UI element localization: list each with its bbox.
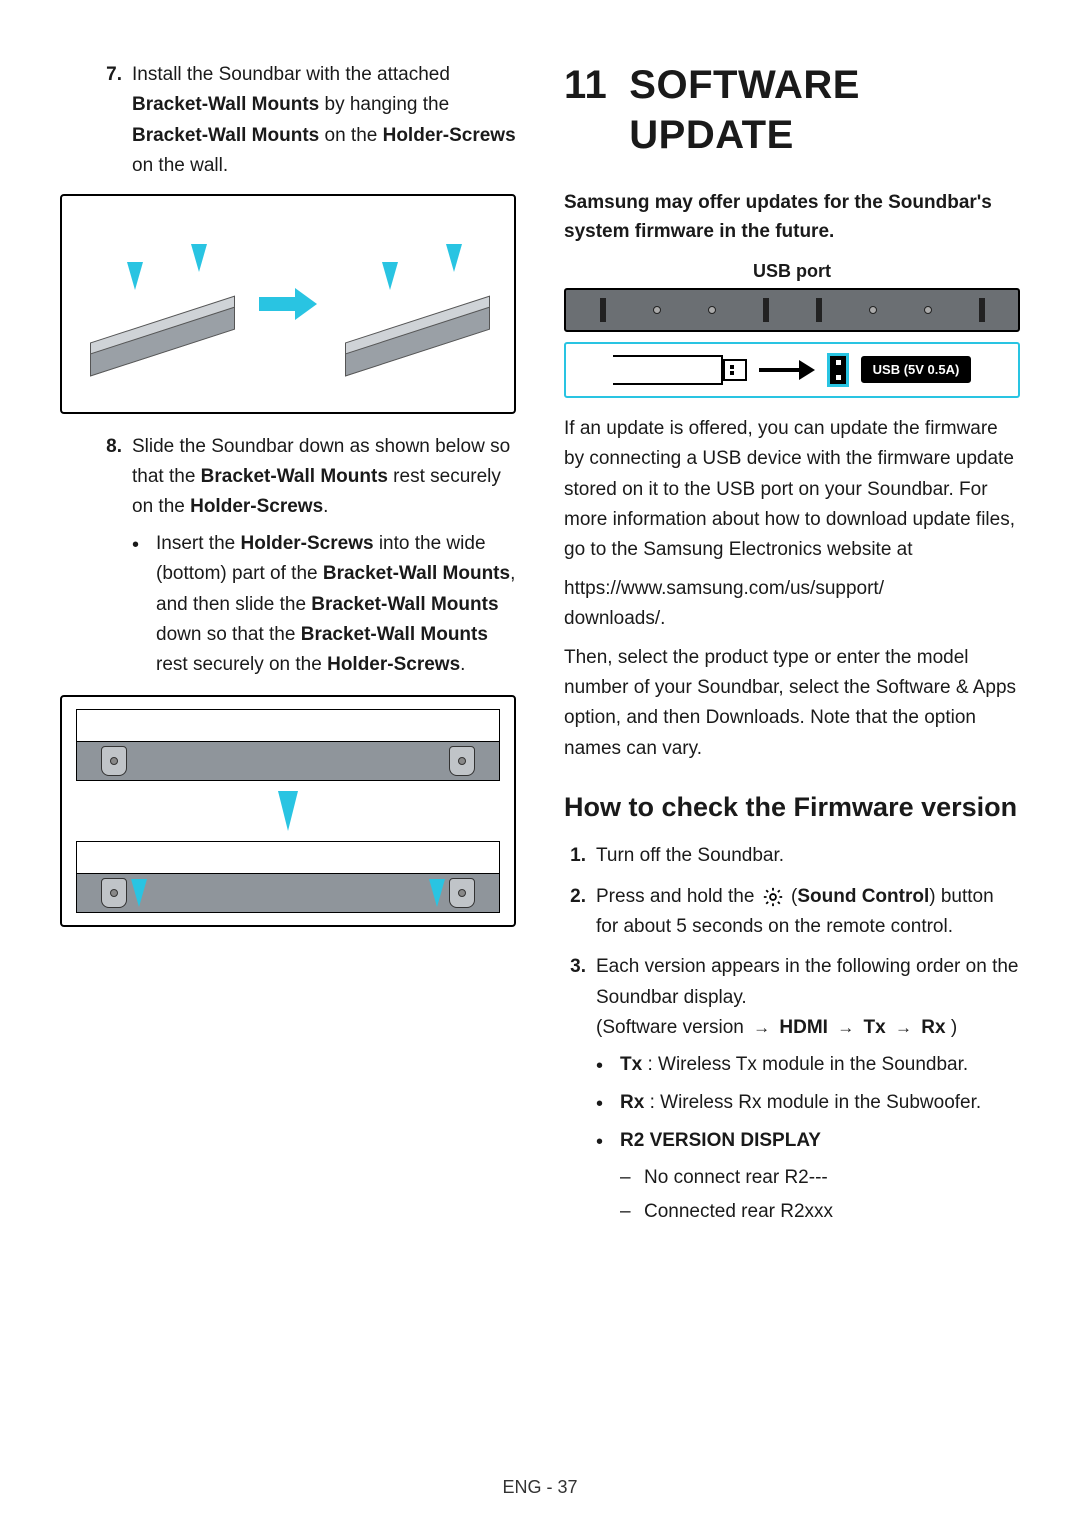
bullet-icon [596,1088,610,1120]
usb-connection-box: USB (5V 0.5A) [564,342,1020,398]
usb-port-icon [827,353,849,387]
subsection-heading: How to check the Firmware version [564,790,1020,825]
arrow-right-glyph: → [753,1014,770,1041]
arrow-down-icon [127,262,143,290]
bullet-rx: Rx : Wireless Rx module in the Subwoofer… [596,1088,1020,1120]
dash-r2-noconnect: No connect rear R2--- [596,1163,1020,1193]
dash-r2-connected: Connected rear R2xxx [596,1197,1020,1227]
dash-icon [620,1163,634,1193]
fw-step-1: 1. Turn off the Soundbar. [564,841,1020,871]
arrow-right-glyph: → [895,1014,912,1041]
section-number: 11 [564,60,607,160]
arrow-down-icon [446,244,462,272]
usb-spec-tag: USB (5V 0.5A) [861,356,972,383]
fw-step-3-number: 3. [564,952,586,1227]
arrow-down-icon [382,262,398,290]
arrow-down-icon [191,244,207,272]
fw-step-3-text: Each version appears in the following or… [596,952,1020,1227]
arrow-down-icon [278,791,298,831]
figure-slide-down [60,695,516,927]
update-url-line1: https://www.samsung.com/us/support/ [564,574,1020,604]
fw-step-1-text: Turn off the Soundbar. [596,841,1020,871]
arrow-right-icon [259,288,317,320]
fw-step-2: 2. Press and hold the (Sound Control) bu… [564,882,1020,943]
fw-step-1-number: 1. [564,841,586,871]
section-title: SOFTWARE UPDATE [629,60,1020,160]
usb-port-label: USB port [564,261,1020,282]
soundbar-isometric-left [76,239,245,369]
arrow-down-icon [131,879,147,907]
step-7: 7. Install the Soundbar with the attache… [100,60,516,182]
bracket-clip-icon [449,746,475,776]
section-heading: 11 SOFTWARE UPDATE [564,60,1020,160]
update-url-line2: downloads/. [564,604,1020,634]
update-paragraph-2: Then, select the product type or enter t… [564,643,1020,765]
page-footer: ENG - 37 [0,1477,1080,1498]
bullet-tx: Tx : Wireless Tx module in the Soundbar. [596,1050,1020,1082]
arrow-right-glyph: → [837,1014,854,1041]
bullet-icon [596,1126,610,1158]
figure-install-bracket [60,194,516,414]
usb-stick-icon [613,355,747,385]
fw-step-2-text: Press and hold the (Sound Control) butto… [596,882,1020,943]
step-8-sub-bullet: Insert the Holder-Screws into the wide (… [132,529,516,681]
step-8-number: 8. [100,432,122,681]
left-column: 7. Install the Soundbar with the attache… [60,60,516,1238]
step-7-text: Install the Soundbar with the attached B… [132,60,516,182]
fw-step-3: 3. Each version appears in the following… [564,952,1020,1227]
bullet-icon [132,529,146,681]
soundbar-isometric-right [331,239,500,369]
bullet-r2: R2 VERSION DISPLAY [596,1126,1020,1158]
step-7-number: 7. [100,60,122,182]
bullet-icon [596,1050,610,1082]
update-paragraph-1: If an update is offered, you can update … [564,414,1020,566]
step-8: 8. Slide the Soundbar down as shown belo… [100,432,516,681]
arrow-down-icon [429,879,445,907]
bracket-clip-icon [101,746,127,776]
soundbar-rear-panel [564,288,1020,332]
mount-after [76,841,500,913]
arrow-right-icon [759,360,815,380]
bracket-clip-icon [449,878,475,908]
section-lead: Samsung may offer updates for the Soundb… [564,188,1020,247]
bracket-clip-icon [101,878,127,908]
figure-usb-update: USB port USB (5V 0.5A) [564,261,1020,398]
dash-icon [620,1197,634,1227]
fw-step-2-number: 2. [564,882,586,943]
mount-before [76,709,500,781]
step-8-text: Slide the Soundbar down as shown below s… [132,432,516,681]
right-column: 11 SOFTWARE UPDATE Samsung may offer upd… [564,60,1020,1238]
sound-control-icon [762,886,784,908]
